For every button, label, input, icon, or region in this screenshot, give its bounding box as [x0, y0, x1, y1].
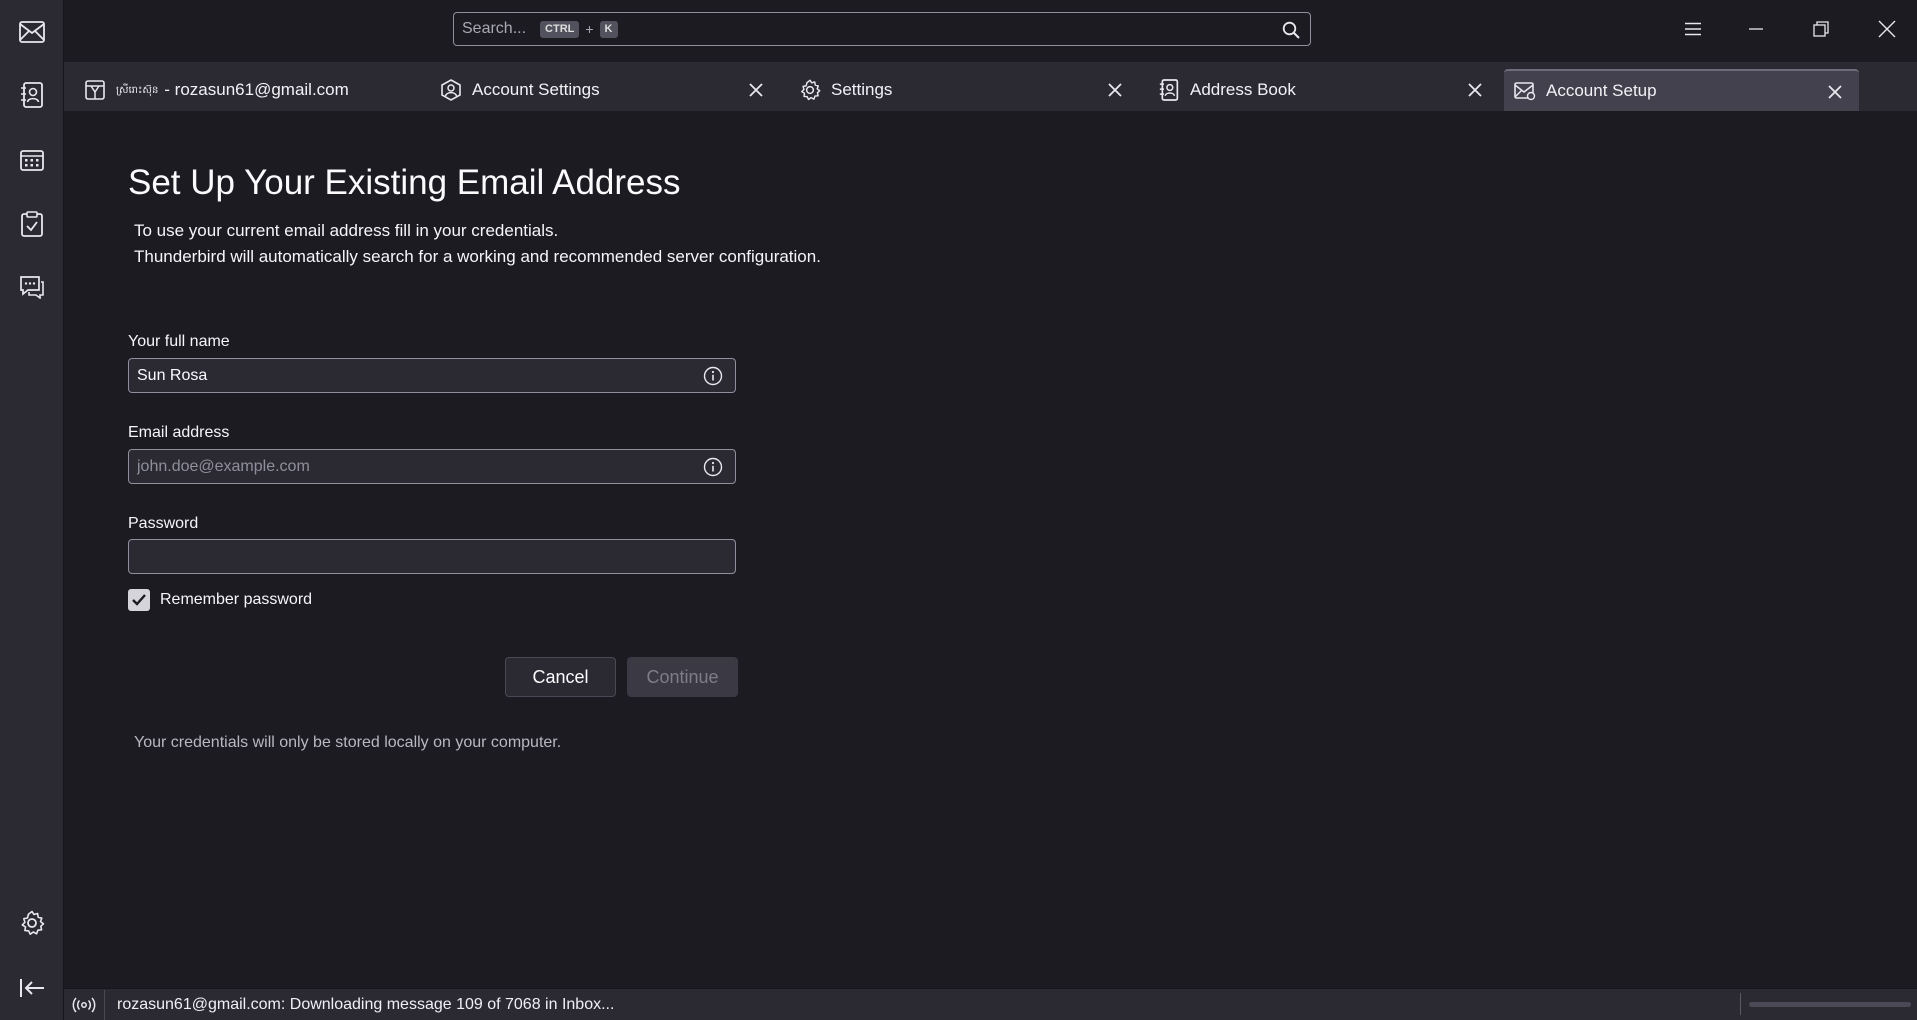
close-tab-icon[interactable]: [1465, 80, 1485, 100]
password-label: Password: [128, 515, 199, 532]
settings-icon[interactable]: [12, 903, 52, 943]
tab-settings[interactable]: Settings: [789, 69, 1139, 111]
status-divider: [1740, 993, 1741, 1015]
account-setup-page: Set Up Your Existing Email Address To us…: [64, 111, 1917, 989]
continue-button[interactable]: Continue: [627, 657, 738, 697]
chat-icon[interactable]: [12, 267, 52, 307]
tab-account-settings[interactable]: Account Settings: [430, 69, 780, 111]
status-message: rozasun61@gmail.com: Downloading message…: [117, 995, 615, 1013]
email-field: [128, 449, 736, 484]
intro-line-2: Thunderbird will automatically search fo…: [134, 247, 821, 266]
info-icon[interactable]: [703, 366, 723, 386]
password-input[interactable]: [129, 540, 735, 573]
spaces-toolbar: [0, 0, 64, 1020]
tab-label: - rozasun61@gmail.com: [164, 80, 349, 99]
account-name-prefix: ស្រីរោះស៊ុន: [116, 84, 159, 96]
close-tab-icon[interactable]: [1825, 82, 1845, 102]
email-label: Email address: [128, 424, 230, 441]
shortcut-key-k: K: [599, 20, 618, 38]
account-settings-icon: [440, 79, 462, 101]
remember-password-checkbox[interactable]: [128, 589, 150, 611]
tab-address-book[interactable]: Address Book: [1148, 69, 1499, 111]
shortcut-key-ctrl: CTRL: [540, 20, 580, 38]
tasks-icon[interactable]: [12, 204, 52, 244]
mail-icon[interactable]: [12, 12, 52, 52]
close-tab-icon[interactable]: [746, 80, 766, 100]
app-menu-icon[interactable]: [1676, 12, 1710, 46]
password-field: [128, 539, 736, 574]
email-input[interactable]: [129, 450, 735, 483]
title-bar: Search... CTRL + K: [64, 0, 1917, 62]
tab-label: Address Book: [1190, 80, 1296, 99]
inbox-icon: [84, 79, 106, 101]
close-window-icon[interactable]: [1870, 12, 1904, 46]
address-book-icon: [1158, 79, 1180, 101]
tab-label: Account Settings: [472, 80, 600, 99]
online-status-icon[interactable]: [64, 989, 105, 1020]
gear-icon: [799, 79, 821, 101]
close-tab-icon[interactable]: [1105, 80, 1125, 100]
tab-inbox[interactable]: ស្រីរោះស៊ុន - rozasun61@gmail.com: [74, 69, 414, 111]
page-title: Set Up Your Existing Email Address: [128, 163, 681, 202]
account-setup-icon: [1514, 80, 1536, 102]
address-book-icon[interactable]: [12, 75, 52, 115]
minimize-icon[interactable]: [1739, 12, 1773, 46]
restore-icon[interactable]: [1804, 12, 1838, 46]
search-placeholder: Search...: [462, 20, 527, 37]
collapse-spaces-icon[interactable]: [12, 968, 52, 1008]
full-name-field: [128, 358, 736, 393]
full-name-input[interactable]: [129, 359, 735, 392]
global-search-box[interactable]: Search... CTRL + K: [453, 12, 1311, 46]
info-icon[interactable]: [703, 457, 723, 477]
tab-label: Account Setup: [1546, 81, 1657, 100]
tab-bar: ស្រីរោះស៊ុន - rozasun61@gmail.com Accoun…: [64, 62, 1917, 111]
intro-line-1: To use your current email address fill i…: [134, 221, 559, 240]
shortcut-plus: +: [585, 21, 594, 37]
remember-password-label: Remember password: [160, 591, 313, 608]
search-icon[interactable]: [1282, 21, 1300, 39]
download-progress-bar: [1749, 1002, 1911, 1007]
credentials-footnote: Your credentials will only be stored loc…: [134, 734, 562, 751]
tab-label: Settings: [831, 80, 893, 99]
calendar-icon[interactable]: [12, 140, 52, 180]
tab-account-setup[interactable]: Account Setup: [1504, 69, 1859, 111]
full-name-label: Your full name: [128, 333, 230, 350]
remember-password-row: Remember password: [128, 589, 312, 611]
status-bar: rozasun61@gmail.com: Downloading message…: [64, 988, 1917, 1020]
cancel-button[interactable]: Cancel: [505, 657, 616, 697]
